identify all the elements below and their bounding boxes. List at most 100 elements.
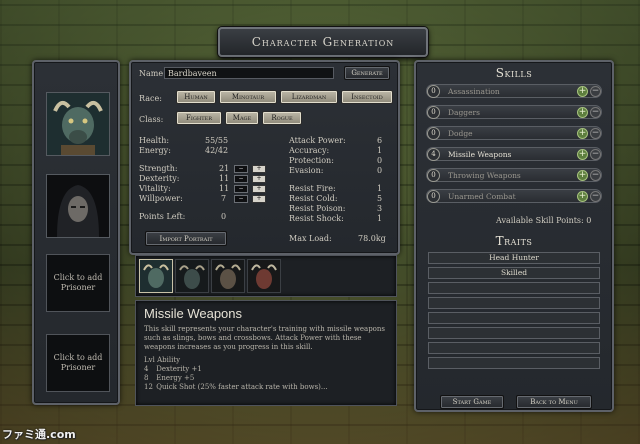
- portrait-option-1[interactable]: [139, 259, 173, 293]
- strength-value: 21: [219, 164, 230, 173]
- name-label: Name:: [139, 69, 166, 78]
- protection-label: Protection:: [289, 156, 334, 165]
- skill-level-badge: 0: [427, 84, 440, 98]
- skill-plus-button[interactable]: +: [577, 127, 588, 139]
- class-label: Class:: [139, 115, 164, 124]
- ability-level: 8: [144, 374, 149, 382]
- skill-minus-button[interactable]: −: [590, 148, 601, 160]
- skill-row-daggers[interactable]: 0 Daggers + −: [426, 105, 602, 119]
- ability-level: 4: [144, 365, 149, 373]
- trait-row[interactable]: [428, 327, 600, 339]
- strength-decrease-button[interactable]: −: [234, 165, 248, 173]
- portrait-selector: [135, 255, 397, 297]
- minotaur-portrait-icon: [47, 93, 109, 155]
- trait-row[interactable]: Skilled: [428, 267, 600, 279]
- race-option-minotaur[interactable]: Minotaur: [219, 90, 277, 104]
- skill-plus-button[interactable]: +: [577, 169, 588, 181]
- trait-row[interactable]: [428, 297, 600, 309]
- trait-row[interactable]: [428, 282, 600, 294]
- skill-plus-button[interactable]: +: [577, 148, 588, 160]
- back-to-menu-button[interactable]: Back to Menu: [516, 395, 592, 409]
- protection-value: 0: [377, 156, 383, 165]
- skill-minus-button[interactable]: −: [590, 169, 601, 181]
- willpower-label: Willpower:: [139, 194, 183, 203]
- resist-poison-label: Resist Poison:: [289, 204, 346, 213]
- race-label: Race:: [139, 94, 162, 103]
- skill-plus-button[interactable]: +: [577, 190, 588, 202]
- ability-row: 8 Energy +5: [144, 374, 388, 383]
- skill-name: Dodge: [448, 128, 473, 138]
- skill-level-badge: 4: [427, 147, 440, 161]
- description-body: This skill represents your character's t…: [144, 325, 385, 351]
- points-left-value: 0: [221, 212, 227, 221]
- generate-name-button[interactable]: Generate: [344, 66, 390, 80]
- skill-plus-button[interactable]: +: [577, 106, 588, 118]
- portrait-option-3[interactable]: [211, 259, 245, 293]
- portrait-option-2[interactable]: [175, 259, 209, 293]
- trait-row[interactable]: [428, 342, 600, 354]
- add-prisoner-slot-2[interactable]: Click to add Prisoner: [46, 334, 110, 392]
- ability-table-header: Lvl Ability: [144, 356, 181, 364]
- race-option-insectoid[interactable]: Insectoid: [341, 90, 393, 104]
- willpower-value: 7: [221, 194, 227, 203]
- skill-minus-button[interactable]: −: [590, 85, 601, 97]
- attack-power-value: 6: [377, 136, 383, 145]
- skill-level-badge: 0: [427, 189, 440, 203]
- class-option-rogue[interactable]: Rogue: [262, 111, 302, 125]
- character-stats-panel: Name: Bardbaveen Generate Race: Human Mi…: [129, 60, 400, 255]
- skill-row-missile-weapons[interactable]: 4 Missile Weapons + −: [426, 147, 602, 161]
- max-load-value: 78.0kg: [358, 234, 386, 243]
- race-option-lizardman[interactable]: Lizardman: [280, 90, 338, 104]
- skill-minus-button[interactable]: −: [590, 106, 601, 118]
- resist-shock-label: Resist Shock:: [289, 214, 344, 223]
- skill-minus-button[interactable]: −: [590, 190, 601, 202]
- skill-minus-button[interactable]: −: [590, 127, 601, 139]
- ability-level: 12: [144, 383, 153, 391]
- minotaur-thumb-icon: [248, 260, 280, 292]
- resist-fire-label: Resist Fire:: [289, 184, 336, 193]
- skill-name: Assassination: [448, 86, 500, 96]
- class-option-fighter[interactable]: Fighter: [176, 111, 222, 125]
- energy-value: 42/42: [205, 146, 229, 155]
- trait-row[interactable]: [428, 357, 600, 369]
- dexterity-increase-button[interactable]: +: [252, 175, 266, 183]
- skill-plus-button[interactable]: +: [577, 85, 588, 97]
- site-watermark: ファミ通.com: [2, 428, 76, 441]
- race-option-human[interactable]: Human: [176, 90, 216, 104]
- name-field[interactable]: Bardbaveen: [164, 67, 334, 79]
- accuracy-label: Accuracy:: [289, 146, 330, 155]
- portrait-slot-rogue[interactable]: [46, 174, 110, 238]
- dexterity-label: Dexterity:: [139, 174, 180, 183]
- skill-level-badge: 0: [427, 105, 440, 119]
- vitality-decrease-button[interactable]: −: [234, 185, 248, 193]
- willpower-increase-button[interactable]: +: [252, 195, 266, 203]
- traits-heading: Traits: [495, 234, 533, 248]
- skill-row-dodge[interactable]: 0 Dodge + −: [426, 126, 602, 140]
- dexterity-decrease-button[interactable]: −: [234, 175, 248, 183]
- class-option-mage[interactable]: Mage: [225, 111, 259, 125]
- skill-row-unarmed-combat[interactable]: 0 Unarmed Combat + −: [426, 189, 602, 203]
- health-value: 55/55: [205, 136, 229, 145]
- vitality-increase-button[interactable]: +: [252, 185, 266, 193]
- trait-row[interactable]: [428, 312, 600, 324]
- strength-label: Strength:: [139, 164, 178, 173]
- resist-poison-value: 3: [377, 204, 383, 213]
- minotaur-thumb-icon: [176, 260, 208, 292]
- party-panel: Click to add Prisoner Click to add Priso…: [32, 60, 120, 405]
- strength-increase-button[interactable]: +: [252, 165, 266, 173]
- add-prisoner-slot-1[interactable]: Click to add Prisoner: [46, 254, 110, 312]
- skill-level-badge: 0: [427, 126, 440, 140]
- willpower-decrease-button[interactable]: −: [234, 195, 248, 203]
- start-game-button[interactable]: Start Game: [440, 395, 504, 409]
- skill-row-assassination[interactable]: 0 Assassination + −: [426, 84, 602, 98]
- available-skill-points: Available Skill Points: 0: [496, 216, 592, 225]
- evasion-label: Evasion:: [289, 166, 324, 175]
- ability-row: 12 Quick Shot (25% faster attack rate wi…: [144, 383, 388, 392]
- resist-fire-value: 1: [377, 184, 383, 193]
- resist-shock-value: 1: [377, 214, 383, 223]
- skill-row-throwing-weapons[interactable]: 0 Throwing Weapons + −: [426, 168, 602, 182]
- portrait-slot-minotaur[interactable]: [46, 92, 110, 156]
- portrait-option-4[interactable]: [247, 259, 281, 293]
- import-portrait-button[interactable]: Import Portrait: [145, 231, 227, 246]
- trait-row[interactable]: Head Hunter: [428, 252, 600, 264]
